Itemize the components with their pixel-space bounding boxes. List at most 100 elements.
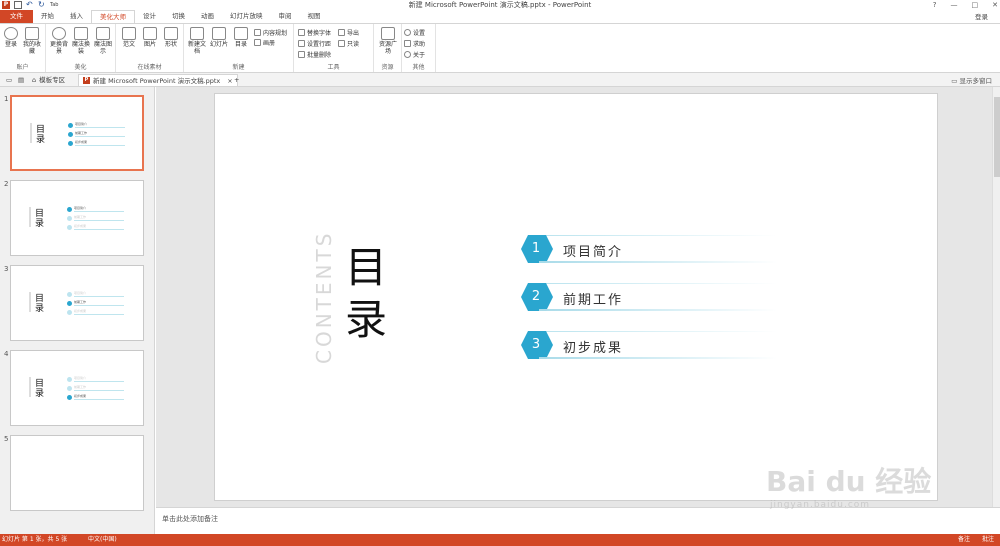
maximize-button[interactable]: □ bbox=[972, 1, 979, 9]
thumbnail-toc-item: 项目简介 bbox=[67, 206, 127, 212]
template-text-button[interactable]: 范文 bbox=[118, 27, 140, 48]
notes-toggle[interactable]: 备注 bbox=[958, 534, 970, 546]
document-tab[interactable]: P 新建 Microsoft PowerPoint 演示文稿.pptx × bbox=[78, 74, 238, 86]
toc-line-top bbox=[539, 331, 777, 332]
replace-font-button[interactable]: 替换字体 bbox=[298, 28, 331, 37]
tab-beautify-master[interactable]: 美化大师 bbox=[91, 10, 135, 23]
thumbnail-hex-dot bbox=[67, 310, 72, 315]
thumbnail-toc-label: 初步成果 bbox=[74, 394, 87, 398]
delete-icon bbox=[298, 51, 305, 58]
album-button[interactable]: 画册 bbox=[254, 38, 275, 47]
help-request-button[interactable]: 求助 bbox=[404, 39, 425, 48]
watermark-url: jingyan.baidu.com bbox=[770, 500, 871, 510]
thumbnail-contents-bar bbox=[30, 123, 32, 143]
help-button[interactable]: ? bbox=[933, 1, 937, 9]
thumbnail-contents-bar bbox=[29, 377, 31, 397]
album-icon bbox=[254, 39, 261, 46]
toc-item-2[interactable]: 2 前期工作 bbox=[521, 283, 777, 311]
thumbnail-toc-item: 初步成果 bbox=[67, 224, 127, 230]
line-spacing-icon bbox=[298, 40, 305, 47]
slide-thumbnail[interactable]: 目录 项目简介 前期工作 初步成果 bbox=[10, 265, 144, 341]
thumbnail-title: 目录 bbox=[36, 125, 46, 145]
login-button[interactable]: 登录 bbox=[0, 27, 22, 48]
add-tab-button[interactable]: + bbox=[230, 74, 243, 86]
slide-thumbnail[interactable]: 目录 项目简介 前期工作 初步成果 bbox=[10, 95, 144, 171]
language-status[interactable]: 中文(中国) bbox=[88, 534, 117, 546]
thumbnail-toc-item: 初步成果 bbox=[67, 309, 127, 315]
slide-button[interactable]: 幻灯片 bbox=[208, 27, 230, 48]
thumbnail-hex-dot bbox=[67, 386, 72, 391]
folder-icon[interactable]: ▤ bbox=[14, 74, 28, 86]
thumbnail-toc-line bbox=[74, 229, 124, 230]
vertical-scrollbar[interactable] bbox=[992, 87, 1000, 507]
batch-delete-button[interactable]: 批量删除 bbox=[298, 50, 331, 59]
tab-insert[interactable]: 插入 bbox=[62, 10, 91, 23]
group-label: 资源 bbox=[381, 64, 394, 71]
show-multi-window-button[interactable]: ▭ 显示多窗口 bbox=[951, 75, 992, 85]
new-document-button[interactable]: 新建文档 bbox=[186, 27, 208, 55]
thumbnail-toc-label: 前期工作 bbox=[74, 300, 87, 304]
tab-review[interactable]: 审阅 bbox=[271, 10, 300, 23]
tab-design[interactable]: 设计 bbox=[135, 10, 164, 23]
scrollbar-thumb[interactable] bbox=[994, 97, 1000, 177]
content-planning-button[interactable]: 内容规划 bbox=[254, 28, 287, 37]
settings-button[interactable]: 设置 bbox=[404, 28, 425, 37]
home-icon: ⌂ bbox=[32, 76, 37, 84]
picture-button[interactable]: 图片 bbox=[139, 27, 161, 48]
toc-button[interactable]: 目录 bbox=[230, 27, 252, 48]
heart-icon bbox=[25, 27, 39, 40]
slide-thumbnail[interactable]: 目录 项目简介 前期工作 初步成果 bbox=[10, 350, 144, 426]
notes-placeholder: 单击此处添加备注 bbox=[162, 515, 218, 523]
tab-transitions[interactable]: 切换 bbox=[164, 10, 193, 23]
picture-icon bbox=[143, 27, 157, 40]
slide-thumbnail[interactable]: 目录 项目简介 前期工作 初步成果 bbox=[10, 180, 144, 256]
read-only-button[interactable]: 只读 bbox=[338, 39, 359, 48]
group-label: 在线素材 bbox=[137, 64, 162, 71]
magic-outfit-button[interactable]: 魔法换装 bbox=[70, 27, 92, 55]
about-button[interactable]: 关于 bbox=[404, 50, 425, 59]
login-link[interactable]: 登录 bbox=[975, 11, 988, 21]
shape-button[interactable]: 形状 bbox=[160, 27, 182, 48]
slide-thumbnail[interactable] bbox=[10, 435, 144, 511]
lock-icon bbox=[338, 40, 345, 47]
export-button[interactable]: 导出 bbox=[338, 28, 359, 37]
thumbnail-toc-item: 项目简介 bbox=[68, 122, 128, 128]
thumbnail-hex-dot bbox=[68, 123, 73, 128]
tab-home[interactable]: 开始 bbox=[33, 10, 62, 23]
toc-number: 1 bbox=[531, 241, 541, 256]
toc-line-bottom bbox=[539, 309, 777, 311]
thumbnail-contents-bar bbox=[29, 292, 31, 312]
group-label: 美化 bbox=[74, 64, 87, 71]
thumbnail-toc-label: 项目简介 bbox=[74, 291, 87, 295]
toc-item-1[interactable]: 1 项目简介 bbox=[521, 235, 777, 263]
tab-view[interactable]: 视图 bbox=[300, 10, 329, 23]
thumbnail-hex-dot bbox=[67, 216, 72, 221]
ribbon-group-account: 登录 我的收藏 账户 bbox=[0, 24, 46, 72]
ribbon-group-new: 新建文档 幻灯片 目录 内容规划 画册 新建 bbox=[184, 24, 294, 72]
line-spacing-button[interactable]: 设置行距 bbox=[298, 39, 331, 48]
change-background-button[interactable]: 更换背景 bbox=[48, 27, 70, 55]
magic-diagram-button[interactable]: 魔法图示 bbox=[92, 27, 114, 55]
tab-file[interactable]: 文件 bbox=[0, 10, 33, 23]
minimize-button[interactable]: — bbox=[951, 1, 958, 9]
tab-slideshow[interactable]: 幻灯片放映 bbox=[222, 10, 271, 23]
thumbnail-hex-dot bbox=[67, 395, 72, 400]
thumbnail-hex-dot bbox=[67, 301, 72, 306]
thumbnail-toc-label: 初步成果 bbox=[74, 309, 87, 313]
thumbnail-toc-label: 初步成果 bbox=[75, 140, 88, 144]
toc-item-3[interactable]: 3 初步成果 bbox=[521, 331, 777, 359]
ribbon-group-online-assets: 范文 图片 形状 在线素材 bbox=[116, 24, 184, 72]
my-favorites-button[interactable]: 我的收藏 bbox=[21, 27, 43, 55]
window-controls: ? — □ ✕ bbox=[933, 0, 998, 10]
group-label: 新建 bbox=[232, 64, 245, 71]
template-zone-tab[interactable]: ⌂ 模板专区 bbox=[28, 74, 69, 86]
thumbnail-hex-dot bbox=[67, 377, 72, 382]
tab-animations[interactable]: 动画 bbox=[193, 10, 222, 23]
toc-line-bottom bbox=[539, 357, 777, 359]
resource-square-button[interactable]: 资源广场 bbox=[377, 27, 399, 55]
thumbnail-title: 目录 bbox=[35, 209, 45, 229]
thumbnail-toc-item: 初步成果 bbox=[68, 140, 128, 146]
thumbnail-hex-dot bbox=[68, 132, 73, 137]
close-button[interactable]: ✕ bbox=[992, 1, 998, 9]
comments-toggle[interactable]: 批注 bbox=[982, 534, 994, 546]
